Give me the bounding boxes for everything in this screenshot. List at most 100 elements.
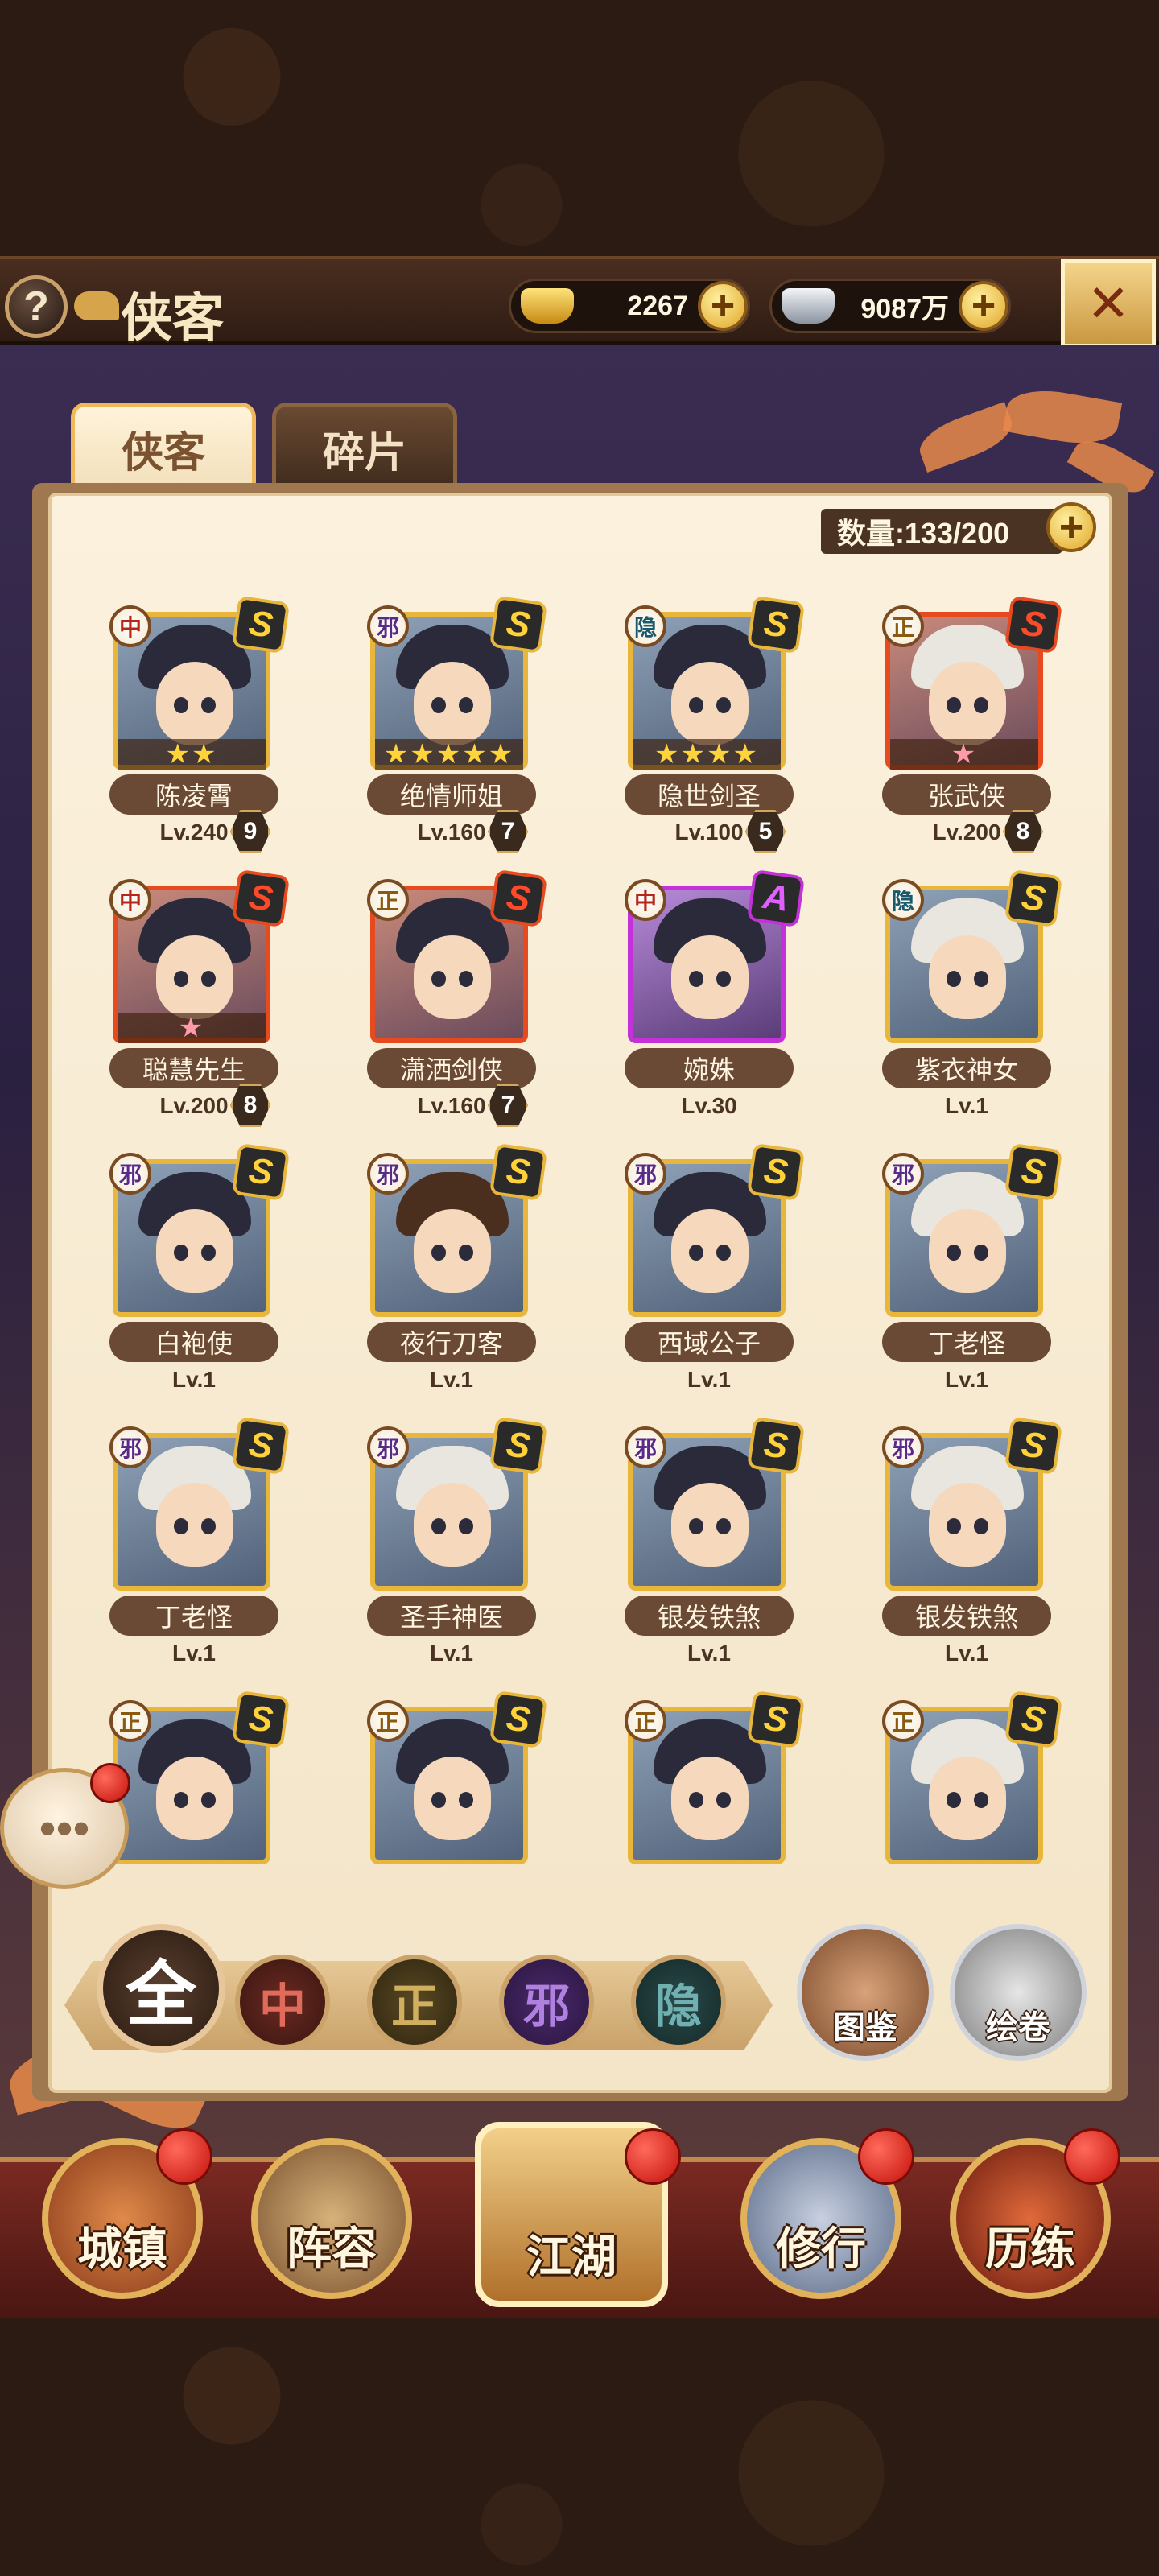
hero-card[interactable]: 邪 S 丁老怪 Lv.1 [850, 1142, 1107, 1417]
faction-badge: 邪 [109, 1153, 151, 1195]
hero-level: Lv.1 [172, 1641, 216, 1666]
hero-card[interactable]: 中 S ★ 聪慧先生 Lv.200 8 [77, 869, 335, 1143]
tab-fragments[interactable]: 碎片 [272, 402, 457, 491]
help-button[interactable]: ? [5, 275, 68, 338]
header-bar: ? 侠客 2267 + 9087万 + ✕ [0, 256, 1159, 349]
hero-face [156, 1209, 233, 1293]
filter-xie-button[interactable]: 邪 [499, 1955, 594, 2050]
hero-card[interactable]: 邪 S 银发铁煞 Lv.1 [592, 1416, 850, 1690]
hero-card[interactable]: 正S [335, 1690, 592, 1868]
faction-badge: 中 [109, 879, 151, 921]
hero-card[interactable]: 邪 S 西域公子 Lv.1 [592, 1142, 850, 1417]
hero-face [414, 1209, 491, 1293]
grade-badge: S [231, 596, 291, 654]
hero-level: Lv.1 [172, 1367, 216, 1392]
nav-lineup[interactable]: 阵容 [251, 2138, 412, 2299]
hero-name: 绝情师姐 [367, 774, 536, 815]
hero-eye [174, 697, 188, 713]
faction-badge: 正 [367, 1700, 409, 1742]
hero-card[interactable]: 隐 S ★★★★ 隐世剑圣 Lv.100 5 [592, 596, 850, 869]
hero-face [671, 1757, 749, 1840]
hero-eye [431, 1792, 446, 1808]
hero-card[interactable]: 邪 S 白袍使 Lv.1 [77, 1142, 335, 1417]
filter-all-button[interactable]: 全 [97, 1924, 225, 2053]
hero-face [156, 662, 233, 745]
hero-eye [689, 1518, 703, 1534]
grade-badge: S [231, 869, 291, 928]
crossed-swords-icon: ✕ [1087, 274, 1130, 332]
close-button[interactable]: ✕ [1061, 259, 1156, 348]
nav-training-label: 修行 [776, 2223, 866, 2276]
notification-dot [156, 2128, 212, 2185]
advancement-badge: 7 [488, 810, 528, 853]
expand-capacity-button[interactable]: + [1046, 502, 1096, 552]
hero-card[interactable]: 隐 S 紫衣神女 Lv.1 [850, 869, 1107, 1143]
hero-card[interactable]: 正S [850, 1690, 1107, 1868]
hero-face [414, 662, 491, 745]
grade-badge: S [489, 1416, 548, 1476]
hero-name: 白袍使 [109, 1322, 278, 1362]
hero-name: 丁老怪 [882, 1322, 1051, 1362]
hero-eye [459, 1245, 473, 1261]
filter-yin-button[interactable]: 隐 [631, 1955, 726, 2050]
hero-eye [174, 1245, 188, 1261]
hero-name: 婉姝 [625, 1048, 794, 1088]
faction-badge: 邪 [625, 1426, 666, 1468]
hero-face [671, 1209, 749, 1293]
hero-eye [431, 1245, 446, 1261]
add-gold-button[interactable]: + [698, 281, 748, 331]
hero-eye [716, 697, 731, 713]
grade-badge: S [1004, 1690, 1063, 1749]
hero-level: Lv.1 [430, 1641, 473, 1666]
hero-level: Lv.240 [159, 819, 229, 844]
maple-leaf-decoration [914, 401, 1018, 473]
faction-badge: 邪 [367, 1426, 409, 1468]
grade-badge: S [1004, 1416, 1063, 1476]
hero-name: 隐世剑圣 [625, 774, 794, 815]
hero-card[interactable]: 邪 S 银发铁煞 Lv.1 [850, 1416, 1107, 1690]
nav-jianghu-label: 江湖 [526, 2231, 617, 2284]
hero-card[interactable]: 邪 S 夜行刀客 Lv.1 [335, 1142, 592, 1417]
grade-badge: S [489, 1690, 548, 1749]
hero-face [414, 1757, 491, 1840]
hero-name: 丁老怪 [109, 1596, 278, 1636]
grade-badge: S [1004, 1142, 1063, 1202]
hero-eye [689, 1792, 703, 1808]
hero-card[interactable]: 邪 S ★★★★★ 绝情师姐 Lv.160 7 [335, 596, 592, 869]
hero-card[interactable]: 邪 S 丁老怪 Lv.1 [77, 1416, 335, 1690]
cloud-decoration [74, 291, 119, 320]
hero-eye [201, 971, 216, 987]
hero-eye [689, 971, 703, 987]
hero-level: Lv.1 [430, 1367, 473, 1392]
notification-dot [1064, 2128, 1120, 2185]
codex-button[interactable]: 图鉴 [797, 1924, 934, 2061]
filter-zhong-button[interactable]: 中 [235, 1955, 330, 2050]
hero-card[interactable]: 正 S 潇洒剑侠 Lv.160 7 [335, 869, 592, 1143]
hero-name: 潇洒剑侠 [367, 1048, 536, 1088]
notification-dot [858, 2128, 914, 2185]
notification-dot [625, 2128, 681, 2185]
hero-level: Lv.30 [681, 1093, 737, 1118]
hero-card[interactable]: 邪 S 圣手神医 Lv.1 [335, 1416, 592, 1690]
hero-grid: 中 S ★★ 陈凌霄 Lv.240 9 邪 S ★★★★★ 绝情师姐 Lv.160 7 隐 S ★★★★ 隐世… [77, 596, 1116, 1868]
hero-eye [947, 971, 961, 987]
hero-level: Lv.1 [945, 1093, 988, 1118]
hero-name: 聪慧先生 [109, 1048, 278, 1088]
hero-card[interactable]: 正S [592, 1690, 850, 1868]
hero-name: 陈凌霄 [109, 774, 278, 815]
hero-eye [459, 1792, 473, 1808]
grade-badge: S [746, 1416, 806, 1476]
scroll-gallery-button[interactable]: 绘卷 [950, 1924, 1087, 2061]
nav-town-label: 城镇 [77, 2223, 167, 2276]
hero-card[interactable]: 正 S ★ 张武侠 Lv.200 8 [850, 596, 1107, 869]
star-rating: ★★★★★ [375, 739, 523, 770]
hero-name: 圣手神医 [367, 1596, 536, 1636]
filter-zheng-button[interactable]: 正 [367, 1955, 462, 2050]
hero-card[interactable]: 中 S ★★ 陈凌霄 Lv.240 9 [77, 596, 335, 869]
hero-card[interactable]: 中 A 婉姝 Lv.30 [592, 869, 850, 1143]
tab-heroes[interactable]: 侠客 [71, 402, 256, 491]
notification-dot [90, 1763, 130, 1803]
hero-eye [716, 1518, 731, 1534]
add-silver-button[interactable]: + [959, 281, 1008, 331]
hero-face [414, 1483, 491, 1567]
